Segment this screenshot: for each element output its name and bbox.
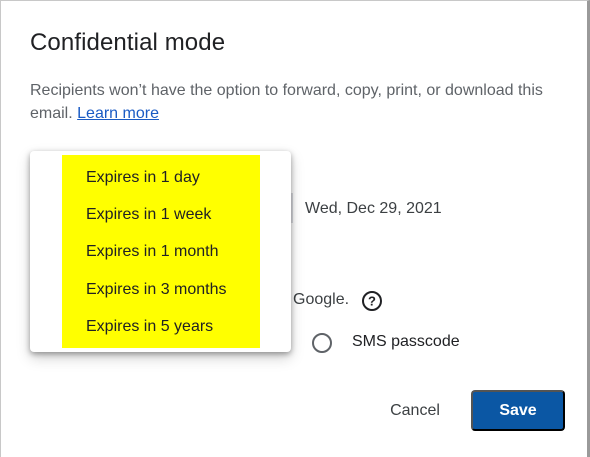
expiration-select-edge[interactable]	[291, 193, 293, 223]
expiration-date: Wed, Dec 29, 2021	[305, 200, 442, 217]
sms-passcode-label[interactable]: SMS passcode	[352, 333, 460, 351]
dialog-description: Recipients won’t have the option to forw…	[30, 79, 570, 125]
menu-item-expires-5-years[interactable]: Expires in 5 years	[86, 308, 276, 345]
confidential-mode-dialog: Confidential mode Recipients won’t have …	[0, 0, 590, 457]
menu-item-expires-3-months[interactable]: Expires in 3 months	[86, 271, 276, 308]
save-button[interactable]: Save	[471, 390, 565, 431]
menu-item-expires-1-day[interactable]: Expires in 1 day	[86, 159, 276, 196]
menu-item-expires-1-month[interactable]: Expires in 1 month	[86, 233, 276, 270]
learn-more-link[interactable]: Learn more	[77, 105, 159, 122]
cancel-button[interactable]: Cancel	[373, 391, 457, 431]
expiration-dropdown-menu: Expires in 1 day Expires in 1 week Expir…	[30, 151, 291, 352]
dialog-title: Confidential mode	[30, 29, 226, 56]
svg-text:?: ?	[368, 294, 376, 309]
passcode-google-text: Google.	[293, 291, 350, 308]
menu-item-expires-1-week[interactable]: Expires in 1 week	[86, 196, 276, 233]
help-circle-icon[interactable]: ?	[361, 290, 383, 312]
sms-passcode-radio[interactable]	[312, 333, 332, 353]
